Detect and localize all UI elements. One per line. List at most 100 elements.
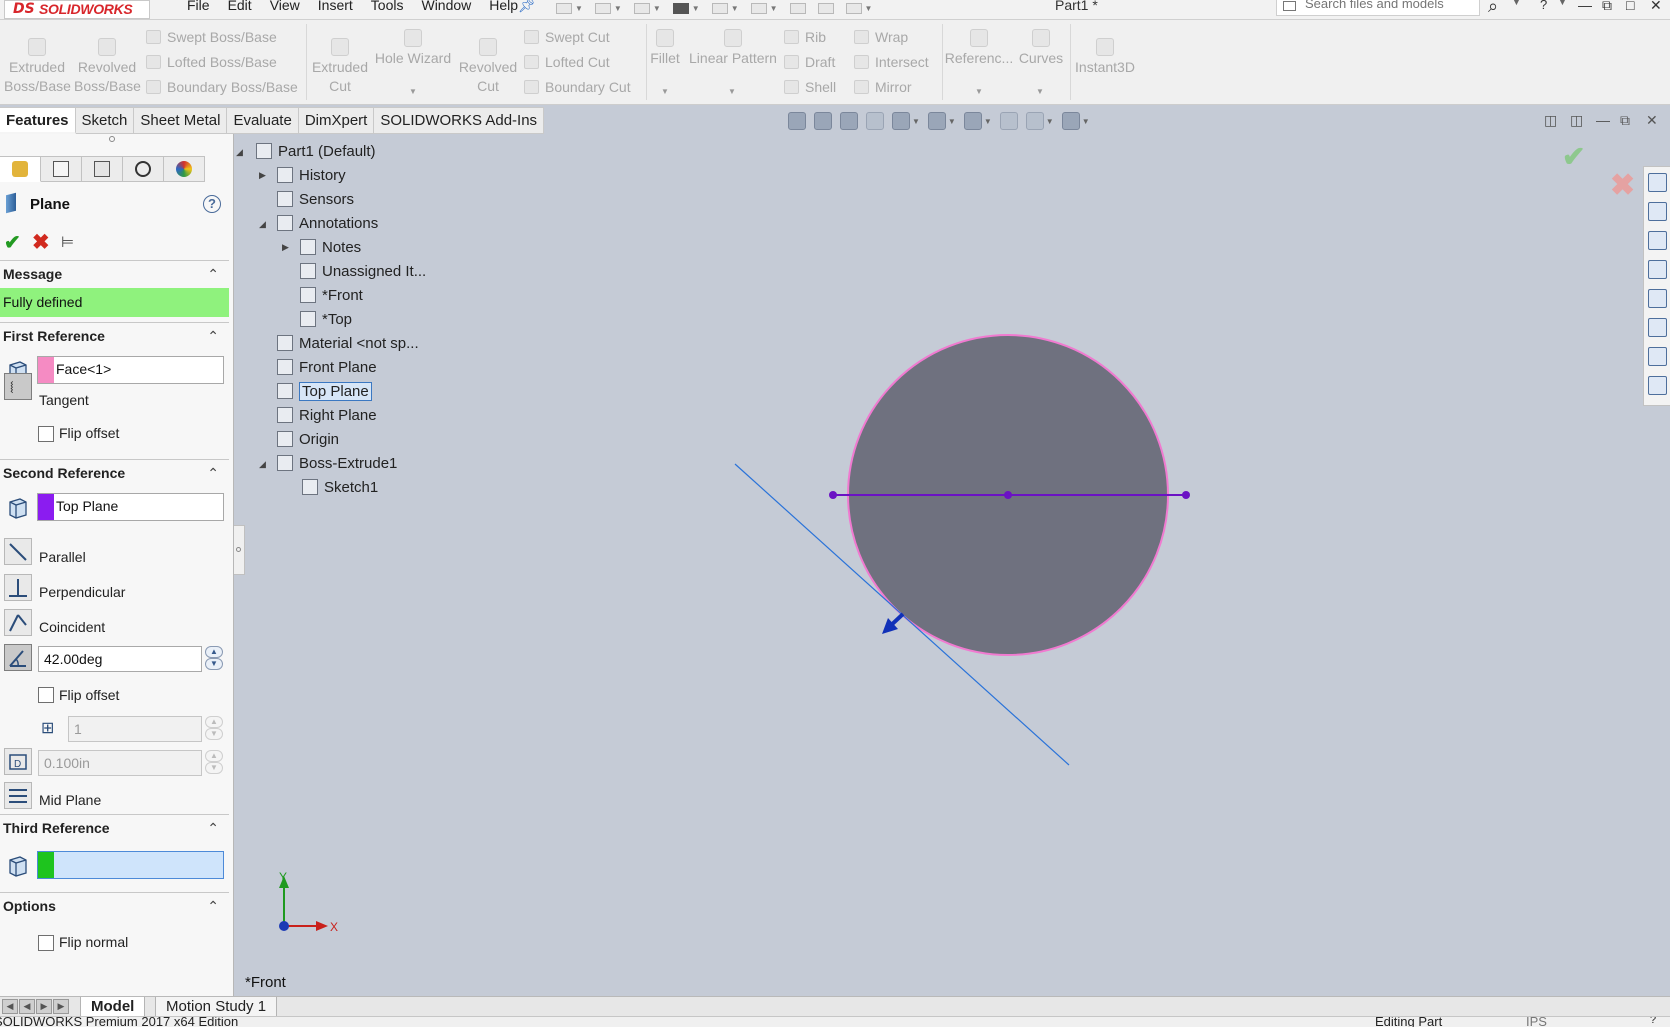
chevron-up-icon[interactable]: ⌃ (207, 323, 219, 349)
custom-properties-icon[interactable] (1648, 318, 1667, 337)
spin-down-icon[interactable]: ▼ (205, 762, 223, 774)
mid-plane-button[interactable] (4, 782, 32, 809)
expand-icon[interactable]: ▶ (259, 170, 266, 181)
tree-item-origin[interactable]: Origin (277, 431, 339, 448)
tree-item-front-plane[interactable]: Front Plane (277, 359, 377, 376)
number-of-planes-spinner[interactable]: ▲ ▼ (205, 716, 223, 742)
tab-motion-study[interactable]: Motion Study 1 (155, 997, 278, 1017)
history-icon (277, 167, 293, 183)
tree-item-unassigned[interactable]: Unassigned It... (300, 263, 426, 280)
solidworks-forum-icon[interactable] (1648, 347, 1667, 366)
plane-icon (277, 407, 293, 423)
tree-item-front-annotation[interactable]: *Front (300, 287, 363, 304)
keep-visible-pin-icon[interactable]: ⊨ (61, 233, 74, 251)
status-units[interactable]: IPS (1526, 1017, 1547, 1027)
annotations-icon (277, 215, 293, 231)
last-tab-icon[interactable]: ▶ (53, 999, 69, 1014)
feedback-icon[interactable] (1648, 376, 1667, 395)
tab-dimxpertmanager[interactable] (123, 156, 164, 182)
tree-item-top-plane[interactable]: Top Plane (277, 382, 372, 401)
status-help-icon[interactable]: ? (1650, 1017, 1656, 1026)
spin-up-icon[interactable]: ▲ (205, 716, 223, 728)
tab-propertymanager[interactable] (41, 156, 82, 182)
tree-item-history[interactable]: ▶ History (259, 167, 346, 184)
view-palette-icon[interactable] (1648, 260, 1667, 279)
third-reference-selection[interactable] (37, 851, 224, 879)
plane-handle-left[interactable] (829, 491, 837, 499)
third-reference-header[interactable]: Third Reference ⌃ (0, 814, 229, 842)
manager-tabs (0, 156, 205, 182)
design-library-icon[interactable] (1648, 202, 1667, 221)
number-of-planes-icon: ⊞ (41, 720, 55, 737)
chevron-up-icon[interactable]: ⌃ (207, 460, 219, 486)
offset-distance-input[interactable]: 0.100in (38, 750, 202, 776)
prev-tab-icon[interactable]: ◀ (19, 999, 35, 1014)
panel-resize-grip[interactable] (109, 136, 115, 142)
first-flip-offset-label: Flip offset (59, 425, 120, 441)
coincident-button[interactable] (4, 609, 32, 636)
plane-handle-right[interactable] (1182, 491, 1190, 499)
offset-distance-button[interactable]: D (4, 748, 32, 775)
tangent-button[interactable] (4, 373, 32, 400)
plane-handle-center[interactable] (1004, 491, 1012, 499)
spin-down-icon[interactable]: ▼ (205, 728, 223, 740)
angle-input[interactable]: 42.00deg (38, 646, 202, 672)
tab-featuremanager[interactable] (0, 156, 41, 182)
flip-normal-checkbox[interactable] (38, 935, 54, 951)
first-reference-selection[interactable]: Face<1> (37, 356, 224, 384)
svg-text:D: D (14, 759, 21, 770)
chevron-up-icon[interactable]: ⌃ (207, 261, 219, 287)
confirm-cancel-icon[interactable]: ✖ (1610, 168, 1635, 203)
plane-icon (277, 359, 293, 375)
chevron-up-icon[interactable]: ⌃ (207, 815, 219, 841)
coincident-label: Coincident (39, 619, 106, 635)
tab-configurationmanager[interactable] (82, 156, 123, 182)
expand-icon[interactable]: ▶ (282, 242, 289, 253)
options-section-header[interactable]: Options ⌃ (0, 892, 229, 920)
spin-down-icon[interactable]: ▼ (205, 658, 223, 670)
solidworks-resources-icon[interactable] (1648, 173, 1667, 192)
tree-item-notes[interactable]: ▶ Notes (282, 239, 361, 256)
perpendicular-button[interactable] (4, 574, 32, 601)
plane-normal-arrow[interactable] (882, 612, 905, 634)
number-of-planes-input[interactable]: 1 (68, 716, 202, 742)
file-explorer-icon[interactable] (1648, 231, 1667, 250)
tab-model[interactable]: Model (80, 997, 146, 1017)
tab-displaymanager[interactable] (164, 156, 205, 182)
offset-distance-spinner[interactable]: ▲ ▼ (205, 750, 223, 776)
tree-item-part[interactable]: ◢ Part1 (Default) (236, 143, 376, 160)
at-angle-button[interactable] (4, 644, 32, 671)
second-reference-selection[interactable]: Top Plane (37, 493, 224, 521)
panel-splitter[interactable] (234, 525, 245, 575)
collapse-icon[interactable]: ◢ (259, 219, 266, 230)
next-tab-icon[interactable]: ▶ (36, 999, 52, 1014)
chevron-up-icon[interactable]: ⌃ (207, 893, 219, 919)
tree-item-right-plane[interactable]: Right Plane (277, 407, 377, 424)
first-tab-icon[interactable]: ◀ (2, 999, 18, 1014)
plane-icon (6, 192, 16, 214)
second-reference-header[interactable]: Second Reference ⌃ (0, 459, 229, 487)
tree-item-sketch[interactable]: Sketch1 (302, 479, 378, 496)
perpendicular-label: Perpendicular (39, 584, 126, 600)
first-reference-header[interactable]: First Reference ⌃ (0, 322, 229, 350)
second-flip-offset-checkbox[interactable] (38, 687, 54, 703)
cancel-x-icon[interactable]: ✖ (32, 230, 50, 255)
tree-item-sensors[interactable]: Sensors (277, 191, 354, 208)
confirm-ok-icon[interactable]: ✔ (1562, 140, 1585, 173)
appearances-icon[interactable] (1648, 289, 1667, 308)
spin-up-icon[interactable]: ▲ (205, 750, 223, 762)
spin-up-icon[interactable]: ▲ (205, 646, 223, 658)
parallel-button[interactable] (4, 538, 32, 565)
featuremanager-icon (12, 161, 28, 177)
help-icon[interactable]: ? (203, 195, 221, 213)
ok-check-icon[interactable]: ✔ (4, 230, 21, 255)
message-section-header[interactable]: Message ⌃ (0, 260, 229, 288)
tree-item-top-annotation[interactable]: *Top (300, 311, 352, 328)
angle-spinner[interactable]: ▲ ▼ (205, 646, 223, 672)
collapse-icon[interactable]: ◢ (236, 147, 243, 158)
first-flip-offset-checkbox[interactable] (38, 426, 54, 442)
collapse-icon[interactable]: ◢ (259, 459, 266, 470)
tree-item-material[interactable]: Material <not sp... (277, 335, 419, 352)
tree-item-annotations[interactable]: ◢ Annotations (259, 215, 378, 232)
tree-item-boss-extrude[interactable]: ◢ Boss-Extrude1 (259, 455, 397, 472)
